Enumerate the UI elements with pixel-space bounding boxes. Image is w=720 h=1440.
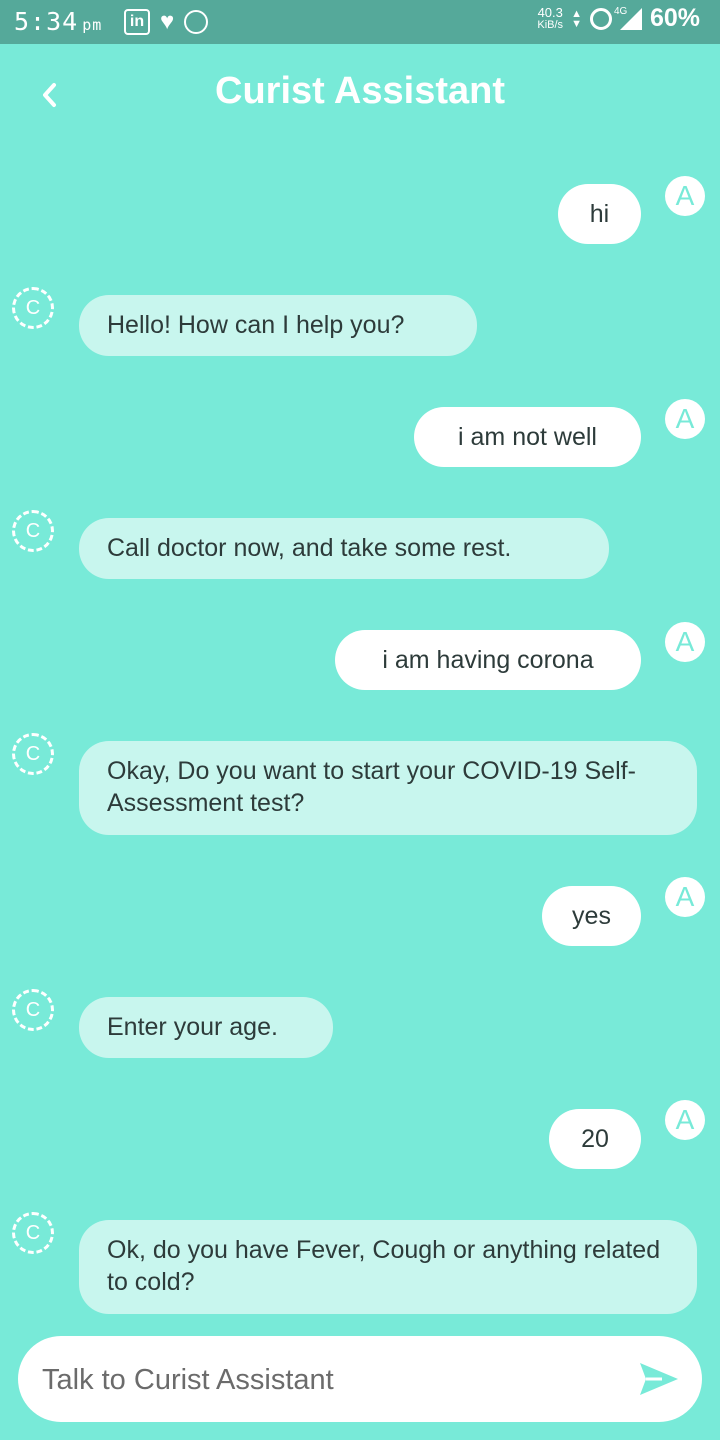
network-speed: 40.3 KiB/s [537, 4, 564, 31]
battery-level: 60% [649, 4, 700, 32]
status-bar: 5:34 pm in ♥ 40.3 KiB/s ▲ ▼ 4G 60% [0, 0, 720, 44]
user-avatar: A [665, 176, 705, 216]
user-avatar: A [665, 1100, 705, 1140]
user-message: hi [558, 184, 641, 244]
user-message: 20 [549, 1109, 641, 1169]
bot-message: Ok, do you have Fever, Cough or anything… [79, 1220, 697, 1314]
app-icon [184, 10, 209, 34]
app-header: Curist Assistant [0, 44, 720, 144]
heart-icon: ♥ [160, 8, 175, 35]
bot-avatar: C [12, 989, 54, 1031]
data-arrows-icon: ▲ ▼ [571, 7, 582, 30]
send-icon[interactable] [638, 1360, 680, 1398]
signal-icon: 4G [614, 6, 642, 30]
bot-message: Enter your age. [79, 997, 333, 1058]
alarm-icon [589, 7, 612, 30]
bot-message: Call doctor now, and take some rest. [79, 518, 609, 579]
bot-message: Hello! How can I help you? [79, 295, 477, 356]
user-avatar: A [665, 622, 705, 662]
user-message: yes [542, 886, 641, 946]
page-title: Curist Assistant [215, 70, 505, 112]
user-avatar: A [665, 877, 705, 917]
bot-avatar: C [12, 510, 54, 552]
bot-avatar: C [12, 1212, 54, 1254]
bot-message: Okay, Do you want to start your COVID-19… [79, 741, 697, 835]
clock: 5:34 pm [14, 7, 103, 36]
user-message: i am having corona [335, 630, 641, 690]
bot-avatar: C [12, 287, 54, 329]
message-input[interactable] [40, 1336, 624, 1424]
user-message: i am not well [414, 407, 641, 467]
linkedin-icon: in [124, 9, 150, 35]
message-composer [18, 1336, 702, 1424]
network-type: 4G [613, 5, 628, 17]
bot-avatar: C [12, 733, 54, 775]
user-avatar: A [665, 399, 705, 439]
